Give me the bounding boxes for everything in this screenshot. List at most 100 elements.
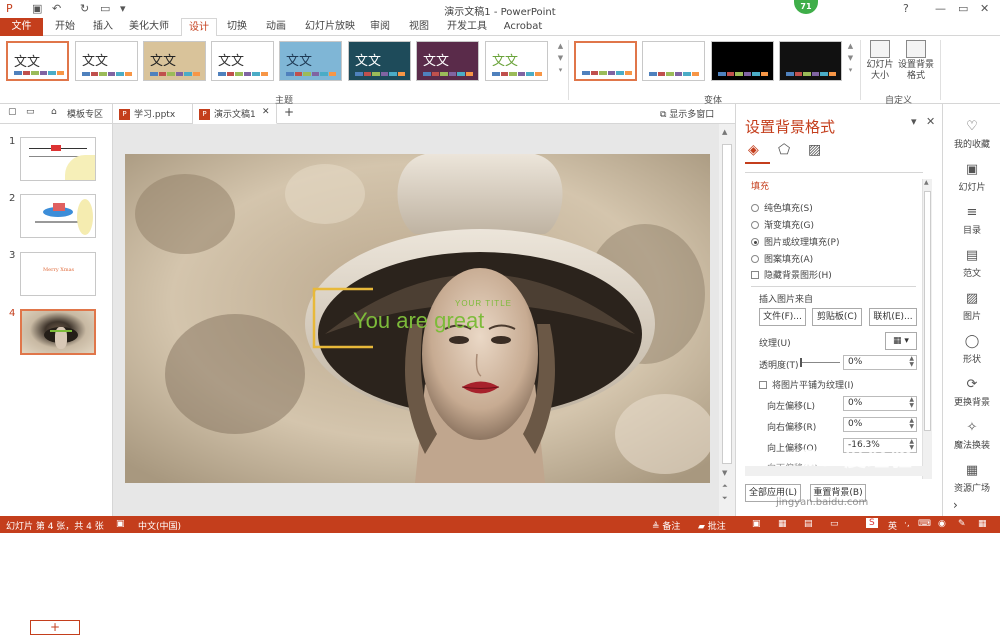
ime-clothes-icon[interactable]: ✎: [958, 519, 966, 529]
scroll-up-icon[interactable]: ▲: [722, 128, 727, 136]
sidebar-item[interactable]: ▦ 资源广场: [943, 464, 1000, 495]
collapse-sidebar-icon[interactable]: ›: [953, 498, 958, 512]
theme-thumbnail[interactable]: 文文: [6, 41, 69, 81]
scroll-up-icon[interactable]: ▲: [924, 179, 929, 186]
prev-slide-icon[interactable]: ⏶: [722, 482, 728, 491]
scroll-thumb[interactable]: [722, 144, 732, 464]
gallery-scroll[interactable]: ▲ ▼ ▾: [556, 40, 565, 90]
pane-options-icon[interactable]: ▾: [911, 115, 917, 128]
sidebar-item[interactable]: ▣ 幻灯片: [943, 163, 1000, 194]
hide-background-checkbox[interactable]: 隐藏背景图形(H): [751, 268, 832, 281]
radio-button[interactable]: [751, 255, 759, 263]
ime-logo-icon[interactable]: S: [866, 518, 878, 528]
normal-view-icon[interactable]: ▣: [752, 519, 761, 529]
transparency-slider[interactable]: [800, 358, 840, 367]
sidebar-item[interactable]: ✧ 魔法换装: [943, 421, 1000, 452]
variant-thumbnail[interactable]: [574, 41, 637, 81]
variant-thumbnail[interactable]: [711, 41, 774, 81]
new-tab-button[interactable]: +: [284, 105, 294, 119]
minimize-button[interactable]: —: [935, 2, 946, 15]
language-status[interactable]: 中文(中国): [138, 519, 181, 532]
fill-option-radio[interactable]: 纯色填充(S): [751, 201, 813, 214]
sidebar-item[interactable]: ◯ 形状: [943, 335, 1000, 366]
theme-thumbnail[interactable]: 文文: [348, 41, 411, 81]
scroll-down-icon[interactable]: ▼: [722, 469, 727, 477]
help-button[interactable]: ?: [903, 2, 909, 15]
picture-icon[interactable]: ▨: [808, 142, 821, 158]
new-doc-icon[interactable]: ▢: [8, 107, 17, 117]
transparency-input[interactable]: 0% ▲ ▼: [843, 355, 917, 370]
offset-left-input[interactable]: 0% ▲ ▼: [843, 396, 917, 411]
theme-thumbnail[interactable]: 文文: [211, 41, 274, 81]
scroll-thumb[interactable]: [924, 191, 931, 431]
offset-right-input[interactable]: 0% ▲ ▼: [843, 417, 917, 432]
checkbox-box[interactable]: [751, 271, 759, 279]
texture-picker[interactable]: ▦ ▾: [885, 332, 917, 350]
canvas-vertical-scrollbar[interactable]: ▲ ▼ ⏶ ⏷: [719, 124, 735, 516]
pane-scrollbar[interactable]: ▲ ▼: [922, 179, 932, 479]
radio-button[interactable]: [751, 238, 759, 246]
tab-home[interactable]: 开始: [50, 18, 80, 36]
ime-mode[interactable]: 英: [888, 519, 897, 532]
tab-slideshow[interactable]: 幻灯片放映: [300, 18, 360, 36]
sidebar-item[interactable]: ▨ 图片: [943, 292, 1000, 323]
reading-view-icon[interactable]: ▤: [804, 519, 813, 529]
multi-window-button[interactable]: ⧉ 显示多窗口: [660, 107, 714, 120]
radio-button[interactable]: [751, 221, 759, 229]
tab-acrobat[interactable]: Acrobat: [500, 18, 546, 36]
tile-checkbox[interactable]: 将图片平铺为纹理(I): [759, 378, 854, 391]
variants-scroll[interactable]: ▲ ▼ ▾: [846, 40, 855, 90]
variant-thumbnail[interactable]: [642, 41, 705, 81]
ime-menu-icon[interactable]: ▦: [978, 519, 987, 529]
fill-option-radio[interactable]: 图片或纹理填充(P): [751, 235, 839, 248]
slide-thumbnail-3[interactable]: Merry Xmas: [20, 252, 96, 296]
clipboard-button[interactable]: 剪贴板(C): [812, 308, 862, 326]
file-button[interactable]: 文件(F)...: [759, 308, 806, 326]
comments-button[interactable]: ▰ 批注: [698, 519, 726, 532]
open-folder-icon[interactable]: ▭: [26, 107, 35, 117]
theme-thumbnail[interactable]: 文文: [279, 41, 342, 81]
slide-4-canvas[interactable]: YOUR TITLE You are great: [125, 154, 710, 483]
variant-thumbnail[interactable]: [779, 41, 842, 81]
radio-button[interactable]: [751, 204, 759, 212]
add-slide-button[interactable]: +: [30, 620, 80, 635]
ime-punct-icon[interactable]: ·,: [904, 519, 910, 529]
theme-thumbnail[interactable]: 文文: [75, 41, 138, 81]
fill-section-header[interactable]: 填充: [751, 179, 769, 192]
slide-sorter-icon[interactable]: ▦: [778, 519, 787, 529]
fill-option-radio[interactable]: 图案填充(A): [751, 252, 813, 265]
tab-beautify[interactable]: 美化大师: [125, 18, 173, 36]
checkbox-box[interactable]: [759, 381, 767, 389]
notes-button[interactable]: ≜ 备注: [652, 519, 680, 532]
tab-developer[interactable]: 开发工具: [443, 18, 491, 36]
fill-option-radio[interactable]: 渐变填充(G): [751, 218, 814, 231]
effects-icon[interactable]: ⬠: [778, 142, 790, 158]
sidebar-item[interactable]: ≡ 目录: [943, 206, 1000, 237]
format-background-button[interactable]: 设置背景格式: [898, 40, 934, 82]
tab-review[interactable]: 审阅: [365, 18, 395, 36]
slide-thumbnail-1[interactable]: [20, 137, 96, 181]
slide-thumbnail-2[interactable]: [20, 194, 96, 238]
fill-icon[interactable]: ◈: [748, 142, 759, 158]
theme-thumbnail[interactable]: 文文: [485, 41, 548, 81]
tab-study-pptx[interactable]: P 学习.pptx: [113, 104, 193, 124]
tab-view[interactable]: 视图: [404, 18, 434, 36]
slide-size-button[interactable]: 幻灯片大小: [864, 40, 896, 82]
ime-user-icon[interactable]: ◉: [938, 519, 946, 529]
tab-animations[interactable]: 动画: [261, 18, 291, 36]
slide-thumbnail-4-selected[interactable]: [20, 309, 96, 355]
close-button[interactable]: ✕: [980, 2, 989, 15]
spellcheck-icon[interactable]: ▣: [116, 519, 125, 529]
theme-thumbnail[interactable]: 文文: [416, 41, 479, 81]
tab-templates[interactable]: ⌂ 模板专区: [45, 104, 113, 124]
online-button[interactable]: 联机(E)...: [869, 308, 917, 326]
tab-transitions[interactable]: 切换: [222, 18, 252, 36]
close-tab-icon[interactable]: ✕: [262, 107, 270, 117]
restore-button[interactable]: ▭: [958, 2, 968, 15]
next-slide-icon[interactable]: ⏷: [722, 494, 728, 503]
slider-thumb[interactable]: [800, 358, 802, 367]
tab-file[interactable]: 文件: [0, 18, 43, 36]
theme-thumbnail[interactable]: 文文: [143, 41, 206, 81]
sidebar-item[interactable]: ♡ 我的收藏: [943, 120, 1000, 151]
sidebar-item[interactable]: ▤ 范文: [943, 249, 1000, 280]
